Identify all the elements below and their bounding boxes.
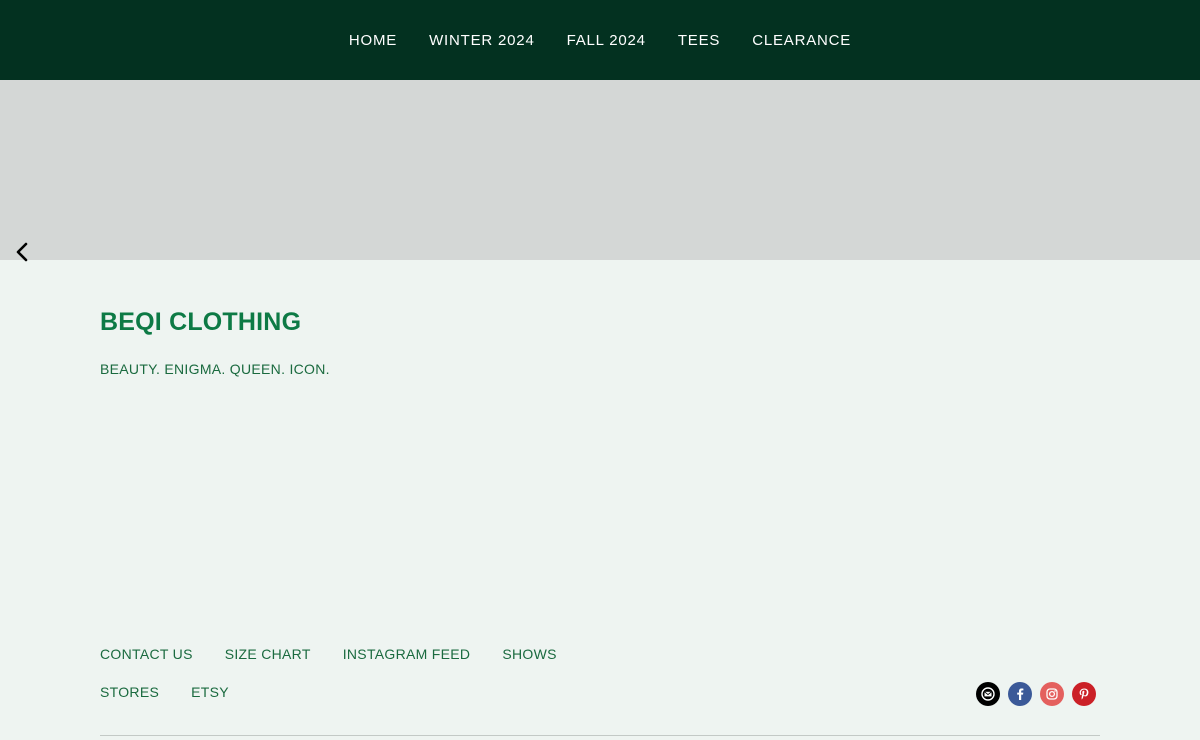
footer-link-instagram-feed[interactable]: INSTAGRAM FEED — [343, 646, 471, 662]
nav-item-tees[interactable]: TEES — [678, 32, 720, 49]
nav-item-winter-2024[interactable]: WINTER 2024 — [429, 32, 535, 49]
nav-item-home[interactable]: HOME — [349, 32, 397, 49]
brand-tagline: BEAUTY. ENIGMA. QUEEN. ICON. — [100, 361, 330, 377]
email-icon[interactable] — [976, 682, 1000, 706]
footer-links-row-1: CONTACT US SIZE CHART INSTAGRAM FEED SHO… — [100, 646, 557, 662]
instagram-icon[interactable] — [1040, 682, 1064, 706]
footer-links-row-2: STORES ETSY — [100, 684, 229, 700]
footer-link-stores[interactable]: STORES — [100, 684, 159, 700]
top-navigation: HOME WINTER 2024 FALL 2024 TEES CLEARANC… — [0, 0, 1200, 80]
footer-link-shows[interactable]: SHOWS — [502, 646, 556, 662]
pinterest-icon[interactable] — [1072, 682, 1096, 706]
footer-divider — [100, 735, 1100, 736]
social-links — [976, 682, 1096, 706]
chevron-left-icon[interactable] — [12, 241, 34, 263]
facebook-icon[interactable] — [1008, 682, 1032, 706]
nav-item-fall-2024[interactable]: FALL 2024 — [567, 32, 646, 49]
brand-title: BEQI CLOTHING — [100, 308, 302, 336]
footer-link-etsy[interactable]: ETSY — [191, 684, 229, 700]
nav-item-clearance[interactable]: CLEARANCE — [752, 32, 851, 49]
footer-link-size-chart[interactable]: SIZE CHART — [225, 646, 311, 662]
hero-banner — [0, 80, 1200, 260]
footer-link-contact-us[interactable]: CONTACT US — [100, 646, 193, 662]
